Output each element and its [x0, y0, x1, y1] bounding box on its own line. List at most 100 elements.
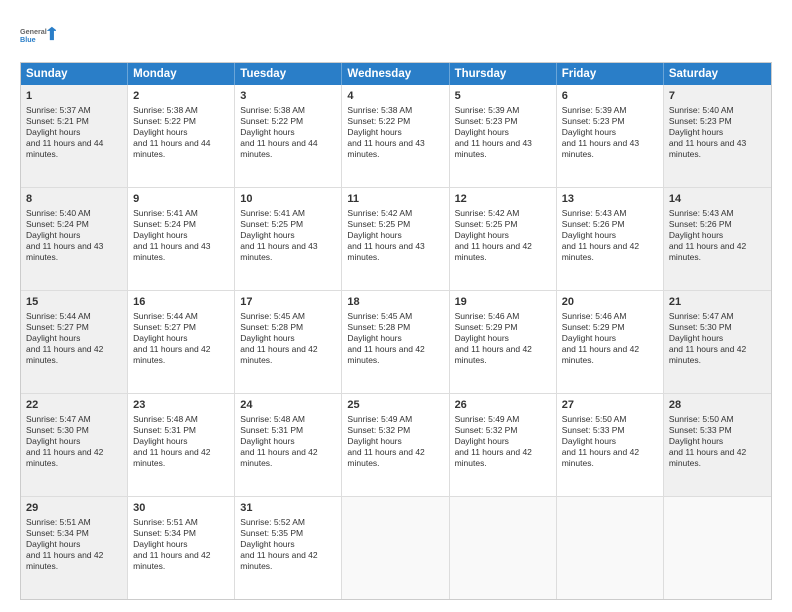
day-cell-25: 25 Sunrise: 5:49 AM Sunset: 5:32 PM Dayl…	[342, 394, 449, 496]
week-row-4: 22 Sunrise: 5:47 AM Sunset: 5:30 PM Dayl…	[21, 394, 771, 497]
day-cell-18: 18 Sunrise: 5:45 AM Sunset: 5:28 PM Dayl…	[342, 291, 449, 393]
day-cell-21: 21 Sunrise: 5:47 AM Sunset: 5:30 PM Dayl…	[664, 291, 771, 393]
daylight-text: Daylight hours	[133, 333, 229, 344]
sunset-text: Sunset: 5:31 PM	[240, 425, 336, 436]
day-number: 31	[240, 501, 336, 516]
daylight-text: Daylight hours	[455, 230, 551, 241]
day-number: 21	[669, 295, 766, 310]
daylight-text: Daylight hours	[669, 436, 766, 447]
day-number: 22	[26, 398, 122, 413]
day-number: 16	[133, 295, 229, 310]
sunset-text: Sunset: 5:29 PM	[455, 322, 551, 333]
sunrise-text: Sunrise: 5:51 AM	[133, 517, 229, 528]
day-number: 26	[455, 398, 551, 413]
daylight-duration: and 11 hours and 42 minutes.	[347, 447, 443, 469]
day-cell-7: 7 Sunrise: 5:40 AM Sunset: 5:23 PM Dayli…	[664, 85, 771, 187]
day-number: 8	[26, 192, 122, 207]
header-cell-sunday: Sunday	[21, 63, 128, 85]
calendar: SundayMondayTuesdayWednesdayThursdayFrid…	[20, 62, 772, 600]
sunrise-text: Sunrise: 5:39 AM	[562, 105, 658, 116]
day-number: 10	[240, 192, 336, 207]
calendar-body: 1 Sunrise: 5:37 AM Sunset: 5:21 PM Dayli…	[21, 85, 771, 599]
daylight-text: Daylight hours	[26, 436, 122, 447]
sunset-text: Sunset: 5:21 PM	[26, 116, 122, 127]
day-number: 20	[562, 295, 658, 310]
daylight-duration: and 11 hours and 42 minutes.	[133, 447, 229, 469]
day-number: 9	[133, 192, 229, 207]
day-cell-11: 11 Sunrise: 5:42 AM Sunset: 5:25 PM Dayl…	[342, 188, 449, 290]
sunrise-text: Sunrise: 5:38 AM	[240, 105, 336, 116]
daylight-duration: and 11 hours and 42 minutes.	[455, 344, 551, 366]
day-number: 1	[26, 89, 122, 104]
week-row-3: 15 Sunrise: 5:44 AM Sunset: 5:27 PM Dayl…	[21, 291, 771, 394]
day-cell-29: 29 Sunrise: 5:51 AM Sunset: 5:34 PM Dayl…	[21, 497, 128, 599]
daylight-text: Daylight hours	[562, 127, 658, 138]
day-cell-12: 12 Sunrise: 5:42 AM Sunset: 5:25 PM Dayl…	[450, 188, 557, 290]
day-cell-31: 31 Sunrise: 5:52 AM Sunset: 5:35 PM Dayl…	[235, 497, 342, 599]
sunset-text: Sunset: 5:28 PM	[240, 322, 336, 333]
sunset-text: Sunset: 5:25 PM	[240, 219, 336, 230]
daylight-duration: and 11 hours and 42 minutes.	[455, 447, 551, 469]
daylight-text: Daylight hours	[455, 333, 551, 344]
day-cell-17: 17 Sunrise: 5:45 AM Sunset: 5:28 PM Dayl…	[235, 291, 342, 393]
sunrise-text: Sunrise: 5:45 AM	[347, 311, 443, 322]
sunrise-text: Sunrise: 5:48 AM	[133, 414, 229, 425]
sunset-text: Sunset: 5:27 PM	[133, 322, 229, 333]
sunset-text: Sunset: 5:22 PM	[133, 116, 229, 127]
sunset-text: Sunset: 5:30 PM	[26, 425, 122, 436]
sunrise-text: Sunrise: 5:40 AM	[669, 105, 766, 116]
daylight-text: Daylight hours	[26, 230, 122, 241]
empty-cell	[450, 497, 557, 599]
sunrise-text: Sunrise: 5:50 AM	[669, 414, 766, 425]
day-cell-27: 27 Sunrise: 5:50 AM Sunset: 5:33 PM Dayl…	[557, 394, 664, 496]
logo: General Blue	[20, 18, 56, 54]
header-cell-tuesday: Tuesday	[235, 63, 342, 85]
daylight-duration: and 11 hours and 42 minutes.	[133, 550, 229, 572]
sunset-text: Sunset: 5:26 PM	[562, 219, 658, 230]
daylight-duration: and 11 hours and 43 minutes.	[133, 241, 229, 263]
sunrise-text: Sunrise: 5:43 AM	[562, 208, 658, 219]
daylight-text: Daylight hours	[26, 539, 122, 550]
daylight-text: Daylight hours	[455, 436, 551, 447]
sunrise-text: Sunrise: 5:46 AM	[562, 311, 658, 322]
sunset-text: Sunset: 5:25 PM	[347, 219, 443, 230]
svg-text:General: General	[20, 27, 47, 36]
sunrise-text: Sunrise: 5:46 AM	[455, 311, 551, 322]
sunset-text: Sunset: 5:31 PM	[133, 425, 229, 436]
daylight-duration: and 11 hours and 42 minutes.	[669, 344, 766, 366]
sunrise-text: Sunrise: 5:42 AM	[455, 208, 551, 219]
daylight-duration: and 11 hours and 42 minutes.	[562, 447, 658, 469]
day-number: 11	[347, 192, 443, 207]
page: General Blue SundayMondayTuesdayWednesda…	[0, 0, 792, 612]
day-cell-16: 16 Sunrise: 5:44 AM Sunset: 5:27 PM Dayl…	[128, 291, 235, 393]
day-cell-2: 2 Sunrise: 5:38 AM Sunset: 5:22 PM Dayli…	[128, 85, 235, 187]
sunrise-text: Sunrise: 5:40 AM	[26, 208, 122, 219]
day-cell-30: 30 Sunrise: 5:51 AM Sunset: 5:34 PM Dayl…	[128, 497, 235, 599]
daylight-text: Daylight hours	[26, 333, 122, 344]
daylight-duration: and 11 hours and 42 minutes.	[562, 344, 658, 366]
sunrise-text: Sunrise: 5:44 AM	[26, 311, 122, 322]
sunrise-text: Sunrise: 5:41 AM	[240, 208, 336, 219]
daylight-text: Daylight hours	[240, 333, 336, 344]
day-number: 18	[347, 295, 443, 310]
day-cell-6: 6 Sunrise: 5:39 AM Sunset: 5:23 PM Dayli…	[557, 85, 664, 187]
day-number: 6	[562, 89, 658, 104]
daylight-duration: and 11 hours and 42 minutes.	[26, 447, 122, 469]
day-cell-26: 26 Sunrise: 5:49 AM Sunset: 5:32 PM Dayl…	[450, 394, 557, 496]
sunset-text: Sunset: 5:34 PM	[26, 528, 122, 539]
day-number: 27	[562, 398, 658, 413]
day-cell-22: 22 Sunrise: 5:47 AM Sunset: 5:30 PM Dayl…	[21, 394, 128, 496]
sunrise-text: Sunrise: 5:38 AM	[133, 105, 229, 116]
sunrise-text: Sunrise: 5:47 AM	[669, 311, 766, 322]
header-cell-thursday: Thursday	[450, 63, 557, 85]
empty-cell	[664, 497, 771, 599]
logo-svg: General Blue	[20, 18, 56, 54]
daylight-duration: and 11 hours and 42 minutes.	[133, 344, 229, 366]
sunset-text: Sunset: 5:33 PM	[562, 425, 658, 436]
sunrise-text: Sunrise: 5:38 AM	[347, 105, 443, 116]
daylight-duration: and 11 hours and 42 minutes.	[347, 344, 443, 366]
daylight-text: Daylight hours	[133, 127, 229, 138]
day-number: 28	[669, 398, 766, 413]
daylight-text: Daylight hours	[240, 539, 336, 550]
daylight-text: Daylight hours	[133, 436, 229, 447]
